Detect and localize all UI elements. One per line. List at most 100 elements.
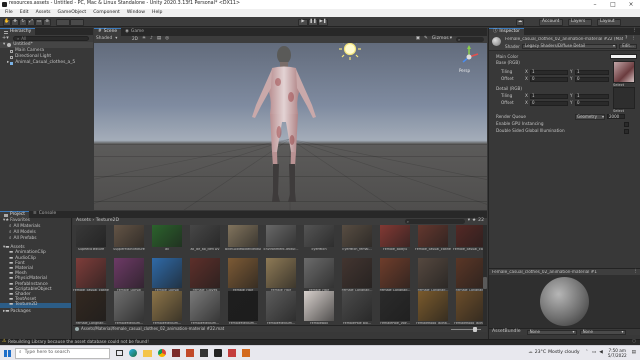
hidden-toggle-icon[interactable]: ◎: [165, 37, 169, 42]
windows-start-icon[interactable]: [4, 349, 11, 357]
hand-tool-button[interactable]: ✋: [3, 18, 11, 26]
app-icon[interactable]: [172, 349, 180, 357]
tree-packages[interactable]: ▸▬ Packages: [0, 309, 71, 315]
asset-thumbnail[interactable]: [456, 225, 486, 247]
gpu-instancing-checkbox[interactable]: [624, 121, 629, 127]
orientation-gizmo[interactable]: [457, 45, 481, 69]
settings-icon[interactable]: ⋮: [631, 36, 636, 42]
effects-toggle-icon[interactable]: ▤: [157, 37, 161, 42]
thumbnail-size-slider[interactable]: [451, 326, 481, 332]
tab-scene[interactable]: # Scene: [94, 28, 122, 36]
menu-assets[interactable]: Assets: [36, 10, 51, 16]
asset-thumbnail[interactable]: [266, 258, 296, 288]
detail-tiling-x-field[interactable]: 1: [530, 93, 568, 99]
global-toggle-button[interactable]: [70, 18, 84, 26]
menu-component[interactable]: Component: [93, 10, 120, 16]
asset-thumbnail[interactable]: [380, 258, 410, 288]
asset-thumbnail[interactable]: [190, 291, 220, 321]
camera-icon[interactable]: ▣: [416, 37, 420, 42]
scene-search-input[interactable]: ⌕: [456, 37, 484, 42]
asset-thumbnail[interactable]: [266, 291, 296, 321]
scale-tool-button[interactable]: ⤢: [27, 18, 35, 26]
menu-file[interactable]: File: [5, 10, 13, 16]
filter-icon[interactable]: ▾: [468, 219, 470, 224]
project-scrollbar[interactable]: [483, 225, 487, 325]
asset-thumbnail[interactable]: [418, 291, 448, 321]
tools-icon[interactable]: ✎: [424, 37, 428, 42]
asset-thumbnail[interactable]: [304, 291, 334, 321]
menu-gameobject[interactable]: GameObject: [58, 10, 87, 16]
asset-thumbnail[interactable]: [228, 225, 258, 247]
menu-edit[interactable]: Edit: [20, 10, 29, 16]
clock[interactable]: 7:50 am 5/7/2022: [608, 348, 627, 359]
asset-thumbnail[interactable]: [380, 225, 410, 247]
hierarchy-search-input[interactable]: ⌕ All: [13, 36, 89, 41]
asset-thumbnail[interactable]: [304, 258, 334, 288]
volume-icon[interactable]: ◀: [599, 350, 603, 356]
minimize-button[interactable]: –: [586, 0, 604, 9]
asset-thumbnail[interactable]: [152, 225, 182, 247]
edge-browser-icon[interactable]: [129, 349, 137, 357]
app-icon[interactable]: [242, 349, 250, 357]
tab-game[interactable]: ◉ Game: [121, 28, 148, 36]
pivot-toggle-button[interactable]: [56, 18, 70, 26]
asset-thumbnail[interactable]: [190, 258, 220, 288]
move-tool-button[interactable]: ✥: [11, 18, 19, 26]
maximize-button[interactable]: □: [604, 0, 622, 9]
tab-inspector[interactable]: ⓘ Inspector: [489, 28, 524, 35]
detail-offset-x-field[interactable]: 0: [530, 100, 568, 106]
account-dropdown[interactable]: Account: [539, 18, 563, 26]
asset-thumbnail[interactable]: [266, 225, 296, 247]
asset-thumbnail[interactable]: [114, 225, 144, 247]
taskbar-search-input[interactable]: ⌕ Type here to search: [15, 347, 110, 359]
network-icon[interactable]: ▭: [592, 350, 596, 356]
asset-thumbnail[interactable]: [418, 225, 448, 247]
tab-project[interactable]: Project: [0, 211, 30, 218]
app-icon[interactable]: [200, 349, 208, 357]
render-queue-dropdown[interactable]: Geometry ▾: [575, 114, 605, 120]
asset-thumbnail[interactable]: [114, 258, 144, 288]
asset-thumbnail[interactable]: [228, 258, 258, 288]
2d-toggle-button[interactable]: 2D: [132, 37, 138, 41]
asset-thumbnail[interactable]: [456, 291, 486, 321]
tray-chevron-icon[interactable]: ˄: [586, 350, 588, 356]
tab-hierarchy[interactable]: Hierarchy: [0, 28, 36, 35]
weather-widget[interactable]: ☁ 23°C Mostly cloudy: [528, 350, 580, 356]
shader-dropdown[interactable]: Legacy Shaders/Diffuse Detail ▾: [522, 43, 617, 49]
preview-options-icon[interactable]: ⋮: [633, 269, 638, 275]
offset-x-field[interactable]: 0: [530, 76, 568, 82]
scene-view[interactable]: Persp: [94, 36, 487, 210]
lock-icon[interactable]: ⋮: [632, 29, 637, 34]
layers-dropdown[interactable]: Layers: [568, 18, 592, 26]
layout-dropdown[interactable]: Layout: [597, 18, 621, 26]
material-preview[interactable]: [489, 275, 640, 328]
asset-thumbnail[interactable]: [304, 225, 334, 247]
notifications-icon[interactable]: ▤: [632, 350, 636, 356]
character-model[interactable]: [234, 42, 334, 208]
audio-toggle-icon[interactable]: ♪: [150, 37, 153, 42]
task-view-icon[interactable]: [116, 350, 123, 356]
menu-window[interactable]: Window: [127, 10, 145, 16]
asset-thumbnail[interactable]: [76, 291, 106, 321]
asset-thumbnail[interactable]: [342, 225, 372, 247]
tab-console[interactable]: ≡ Console: [29, 211, 61, 218]
asset-thumbnail[interactable]: [456, 258, 486, 288]
tree-folder-selected[interactable]: ▬ Texture2D: [0, 302, 71, 309]
tiling-y-field[interactable]: 1: [575, 69, 609, 75]
lighting-toggle-icon[interactable]: ☀: [142, 37, 146, 42]
close-button[interactable]: ×: [622, 0, 640, 9]
double-sided-gi-checkbox[interactable]: [624, 128, 629, 134]
asset-thumbnail[interactable]: [76, 258, 106, 288]
chrome-icon[interactable]: [158, 349, 166, 357]
menu-help[interactable]: Help: [152, 10, 162, 16]
unity-hub-icon[interactable]: [214, 349, 222, 357]
asset-thumbnail[interactable]: [380, 291, 410, 321]
offset-y-field[interactable]: 0: [575, 76, 609, 82]
tiling-x-field[interactable]: 1: [530, 69, 568, 75]
app-icon[interactable]: [228, 349, 236, 357]
asset-thumbnail[interactable]: [114, 291, 144, 321]
breadcrumb[interactable]: Assets › Texture2D: [76, 219, 119, 224]
step-button[interactable]: ▶❚: [318, 18, 328, 26]
file-explorer-icon[interactable]: [143, 349, 152, 357]
asset-thumbnail[interactable]: [342, 258, 372, 288]
